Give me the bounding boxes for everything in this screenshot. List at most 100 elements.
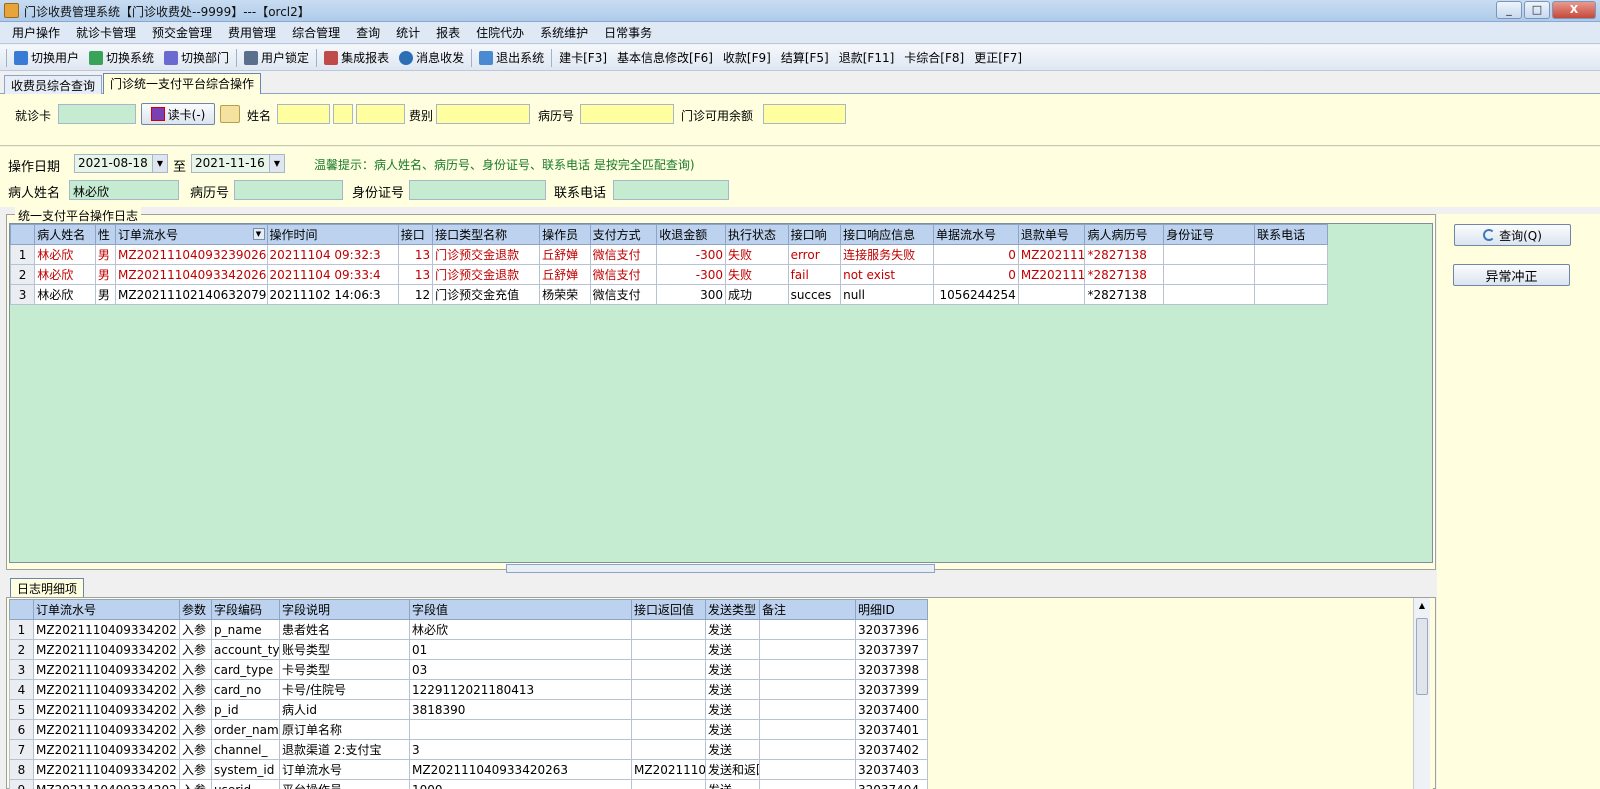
table-cell[interactable]: 20211104 09:33:4 — [266, 264, 399, 285]
table-cell[interactable]: -300 — [656, 244, 726, 265]
table-cell[interactable]: order_name — [211, 719, 280, 740]
table-cell[interactable]: 32037398 — [855, 659, 928, 680]
table-cell[interactable]: fail — [787, 264, 842, 285]
balance-input[interactable] — [763, 104, 846, 124]
table-cell[interactable]: MZ202111040933420263 — [115, 264, 268, 285]
table-cell[interactable]: 杨荣荣 — [539, 284, 591, 305]
lock-user-button[interactable]: 用户锁定 — [239, 47, 314, 69]
table-cell[interactable]: 32037399 — [855, 679, 928, 700]
table-cell[interactable]: system_id — [211, 759, 280, 780]
tab-unified-payment[interactable]: 门诊统一支付平台综合操作 — [103, 73, 262, 94]
table-cell[interactable]: 入参 — [179, 639, 212, 660]
col-header[interactable]: 接口返回值 — [631, 599, 706, 620]
correct-button[interactable]: 更正[F7] — [969, 47, 1027, 69]
message-button[interactable]: 消息收发 — [394, 47, 469, 69]
table-cell[interactable]: 连接服务失败 — [840, 244, 934, 265]
table-cell[interactable]: not exist — [840, 264, 934, 285]
table-cell[interactable]: 入参 — [179, 739, 212, 760]
table-cell[interactable] — [1254, 264, 1328, 285]
chevron-down-icon[interactable]: ▼ — [269, 155, 284, 172]
exception-reverse-button[interactable]: 异常冲正 — [1453, 264, 1570, 286]
table-cell[interactable]: MZ2021110 — [1017, 264, 1086, 285]
table-cell[interactable]: 12 — [397, 284, 434, 305]
table-cell[interactable]: 1056244254 — [933, 284, 1019, 305]
read-card-button[interactable]: 读卡(-) — [141, 103, 215, 125]
table-cell[interactable] — [631, 699, 706, 720]
table-cell[interactable]: *2827138 — [1084, 264, 1165, 285]
col-header[interactable]: 操作时间 — [266, 224, 399, 245]
date-from-picker[interactable]: 2021-08-18 ▼ — [74, 154, 168, 173]
table-cell[interactable]: MZ2021110409334202 — [33, 699, 180, 720]
card-input[interactable] — [58, 104, 136, 124]
col-header[interactable]: 联系电话 — [1254, 224, 1328, 245]
table-cell[interactable] — [631, 739, 706, 760]
table-cell[interactable]: 林必欣 — [34, 244, 96, 265]
table-cell[interactable]: MZ2021110409334202 — [33, 679, 180, 700]
col-header[interactable]: 接口响 — [787, 224, 842, 245]
col-header[interactable]: 病人姓名 — [34, 224, 96, 245]
patient-name-input[interactable]: 林必欣 — [69, 180, 179, 200]
minimize-button[interactable]: _ — [1496, 1, 1522, 19]
table-cell[interactable]: 林必欣 — [34, 284, 96, 305]
col-header[interactable]: 支付方式 — [589, 224, 658, 245]
table-row[interactable]: 8 MZ2021110409334202 入参 system_id 订单流水号 MZ202… — [9, 759, 928, 780]
col-header[interactable]: 身份证号 — [1163, 224, 1256, 245]
table-cell[interactable]: MZ2021110409334202 — [33, 739, 180, 760]
table-cell[interactable]: MZ202111040932390263 — [115, 244, 268, 265]
menu-system[interactable]: 系统维护 — [532, 24, 596, 41]
table-cell[interactable]: 卡号/住院号 — [279, 679, 410, 700]
date-to-picker[interactable]: 2021-11-16 ▼ — [191, 154, 285, 173]
col-header[interactable]: 字段值 — [409, 599, 632, 620]
table-cell[interactable]: 原订单名称 — [279, 719, 410, 740]
col-header[interactable]: 收退金额 — [656, 224, 726, 245]
col-header[interactable]: 参数 — [179, 599, 212, 620]
table-cell[interactable]: 入参 — [179, 699, 212, 720]
table-cell[interactable]: 林必欣 — [34, 264, 96, 285]
table-cell[interactable]: 32037403 — [855, 759, 928, 780]
table-cell[interactable]: 发送 — [705, 619, 760, 640]
table-cell[interactable]: 失败 — [724, 264, 789, 285]
col-header[interactable]: 备注 — [759, 599, 856, 620]
table-cell[interactable]: 男 — [94, 284, 117, 305]
table-row[interactable]: 9MZ2021110409334202入参userid平台操作员1000 发送 32… — [9, 779, 928, 789]
table-cell[interactable] — [759, 619, 856, 640]
table-cell[interactable]: 发送 — [705, 679, 760, 700]
table-cell[interactable] — [759, 659, 856, 680]
table-cell[interactable]: 32037396 — [855, 619, 928, 640]
col-header[interactable]: 退款单号 — [1017, 224, 1086, 245]
table-row[interactable]: 5 MZ2021110409334202 入参 p_id 病人id 3818390 发送 32… — [9, 699, 928, 720]
table-cell[interactable]: 32037402 — [855, 739, 928, 760]
card-general-button[interactable]: 卡综合[F8] — [899, 47, 969, 69]
id-card-input[interactable] — [409, 180, 546, 200]
table-cell[interactable]: MZ2021110409334202 — [33, 719, 180, 740]
table-cell[interactable]: card_no — [211, 679, 280, 700]
age-input[interactable] — [356, 104, 405, 124]
table-cell[interactable]: 03 — [409, 659, 632, 680]
menu-general[interactable]: 综合管理 — [284, 24, 348, 41]
table-cell[interactable]: 入参 — [179, 779, 212, 789]
col-header[interactable]: 操作员 — [539, 224, 591, 245]
maximize-button[interactable]: □ — [1524, 1, 1550, 19]
record-no-input[interactable] — [580, 104, 674, 124]
table-cell[interactable]: MZ2021110409334202 — [33, 759, 180, 780]
table-cell[interactable]: 32037400 — [855, 699, 928, 720]
detail-scrollbar[interactable]: ▲ — [1413, 598, 1430, 789]
table-cell[interactable]: 300 — [656, 284, 726, 305]
table-cell[interactable] — [1254, 244, 1328, 265]
table-cell[interactable]: MZ2021110 — [1017, 244, 1086, 265]
record-no-filter-input[interactable] — [234, 180, 343, 200]
table-cell[interactable]: 01 — [409, 639, 632, 660]
table-cell[interactable]: 订单流水号 — [279, 759, 410, 780]
table-cell[interactable] — [1163, 264, 1256, 285]
query-button[interactable]: 查询(Q) — [1454, 224, 1571, 246]
table-cell[interactable] — [759, 779, 856, 789]
table-cell[interactable]: 3 — [409, 739, 632, 760]
table-cell[interactable]: MZ202111021406320790 — [115, 284, 268, 305]
detail-grid[interactable]: 订单流水号 参数 字段编码 字段说明 字段值 接口返回值 发送类型 备注 明细I… — [9, 599, 1433, 789]
table-cell[interactable]: MZ2021110 — [631, 759, 706, 780]
table-cell[interactable]: 32037404 — [855, 779, 928, 789]
table-cell[interactable]: 门诊预交金充值 — [432, 284, 541, 305]
table-cell[interactable]: p_id — [211, 699, 280, 720]
log-grid[interactable]: 病人姓名 性 订单流水号 ▼ 操作时间 接口 接口类型名称 操作员 支付方式 收退… — [9, 223, 1433, 563]
table-row[interactable]: 7 MZ2021110409334202 入参 channel_ 退款渠道 2:支付宝 3… — [9, 739, 928, 760]
